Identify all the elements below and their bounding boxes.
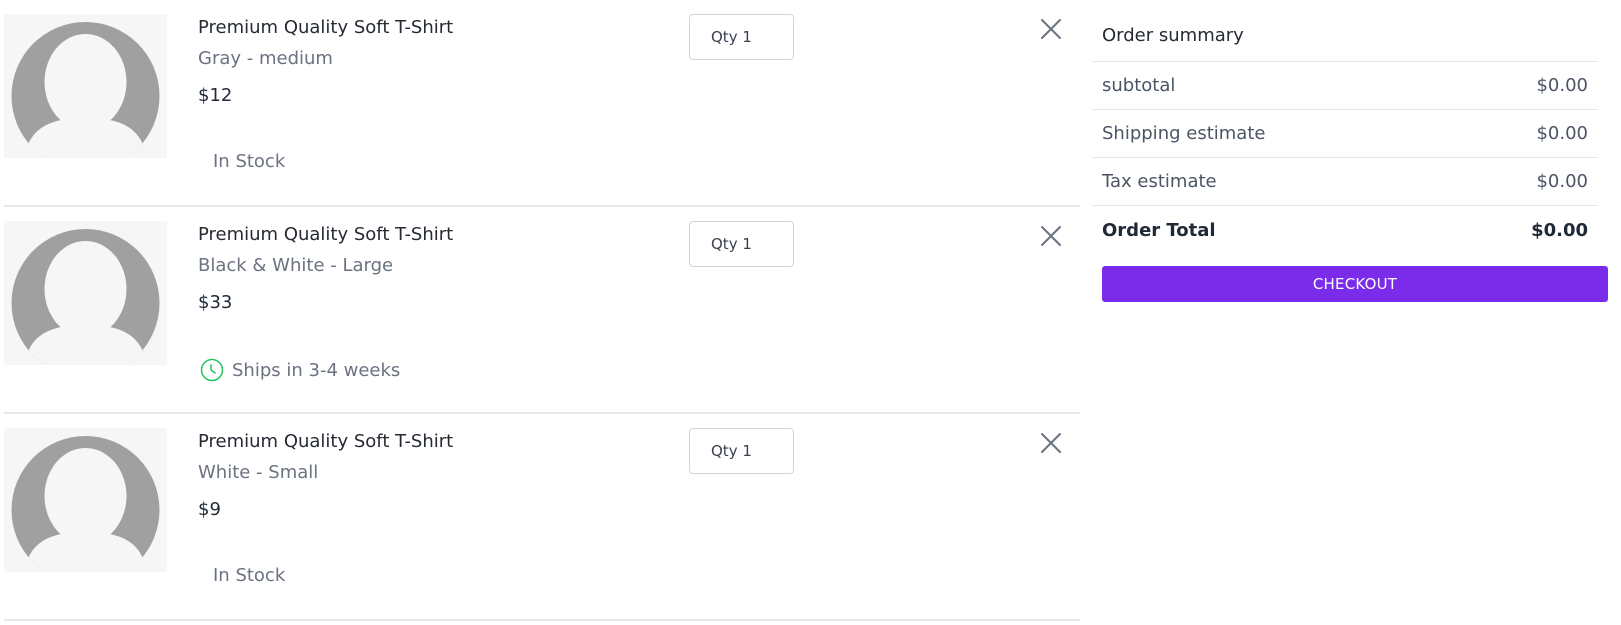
product-title[interactable]: Premium Quality Soft T-Shirt (198, 17, 453, 38)
stock-status: In Stock (213, 565, 285, 586)
product-price: $33 (198, 292, 233, 313)
cart-page: Premium Quality Soft T-Shirt Gray - medi… (0, 0, 1621, 625)
cart-item: Premium Quality Soft T-Shirt Black & Whi… (4, 207, 1080, 414)
close-icon (1041, 19, 1061, 39)
stock-status: Ships in 3-4 weeks (200, 358, 400, 382)
close-icon (1041, 226, 1061, 246)
order-summary-title: Order summary (1092, 20, 1598, 62)
cart-item: Premium Quality Soft T-Shirt Gray - medi… (4, 0, 1080, 207)
product-image[interactable] (4, 221, 167, 365)
order-summary: Order summary subtotal $0.00 Shipping es… (1092, 20, 1608, 302)
summary-row-subtotal: subtotal $0.00 (1092, 62, 1598, 110)
checkout-button[interactable]: CHECKOUT (1102, 266, 1608, 302)
summary-row-total: Order Total $0.00 (1092, 206, 1598, 254)
stock-status: In Stock (213, 151, 285, 172)
product-variant: White - Small (198, 462, 319, 483)
cart-item-list: Premium Quality Soft T-Shirt Gray - medi… (4, 0, 1080, 621)
avatar-placeholder-icon (11, 229, 160, 365)
summary-row-value: $0.00 (1536, 171, 1588, 192)
product-title[interactable]: Premium Quality Soft T-Shirt (198, 224, 453, 245)
cart-item: Premium Quality Soft T-Shirt White - Sma… (4, 414, 1080, 621)
product-price: $12 (198, 85, 233, 106)
quantity-select[interactable]: Qty 1 (689, 221, 794, 267)
product-image[interactable] (4, 14, 167, 158)
quantity-select[interactable]: Qty 1 (689, 428, 794, 474)
quantity-select[interactable]: Qty 1 (689, 14, 794, 60)
remove-item-button[interactable] (1036, 221, 1066, 251)
remove-item-button[interactable] (1036, 428, 1066, 458)
avatar-placeholder-icon (11, 22, 160, 158)
summary-row-label: Tax estimate (1102, 171, 1217, 192)
stock-status-text: In Stock (213, 565, 286, 586)
order-total-value: $0.00 (1531, 219, 1588, 241)
stock-status-text: Ships in 3-4 weeks (232, 359, 401, 381)
product-image[interactable] (4, 428, 167, 572)
summary-row-label: subtotal (1102, 75, 1176, 96)
summary-row-value: $0.00 (1536, 123, 1588, 144)
remove-item-button[interactable] (1036, 14, 1066, 44)
product-variant: Black & White - Large (198, 255, 394, 276)
product-title[interactable]: Premium Quality Soft T-Shirt (198, 431, 453, 452)
summary-row-tax: Tax estimate $0.00 (1092, 158, 1598, 206)
stock-status-text: In Stock (213, 151, 286, 172)
summary-row-shipping: Shipping estimate $0.00 (1092, 110, 1598, 158)
avatar-placeholder-icon (11, 436, 160, 572)
product-variant: Gray - medium (198, 48, 333, 69)
clock-icon (200, 358, 224, 382)
close-icon (1041, 433, 1061, 453)
product-price: $9 (198, 499, 221, 520)
summary-row-value: $0.00 (1536, 75, 1588, 96)
order-total-label: Order Total (1102, 219, 1216, 241)
summary-row-label: Shipping estimate (1102, 123, 1266, 144)
